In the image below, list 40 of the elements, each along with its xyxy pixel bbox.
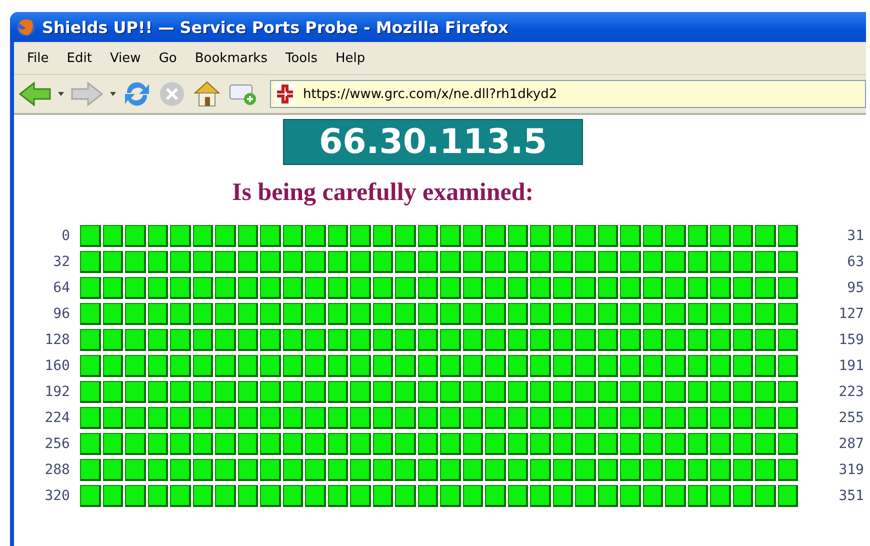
port-number: 351	[838, 488, 864, 504]
port-number: 32	[52, 254, 70, 270]
forward-arrow-icon[interactable]	[70, 81, 104, 107]
address-field[interactable]: https://www.grc.com/x/ne.dll?rh1dkyd2	[270, 80, 866, 108]
port-number: 256	[44, 436, 70, 452]
port-number: 255	[838, 410, 864, 426]
dropdown-caret-icon[interactable]	[110, 92, 116, 96]
port-number: 223	[838, 384, 864, 400]
port-number: 192	[44, 384, 70, 400]
ip-address-banner: 66.30.113.5	[283, 119, 583, 165]
port-number: 320	[44, 488, 70, 504]
menu-item[interactable]: Tools	[276, 48, 327, 68]
port-number: 128	[44, 332, 70, 348]
home-icon[interactable]	[192, 79, 222, 109]
port-number: 31	[846, 228, 864, 244]
port-number: 96	[52, 306, 70, 322]
port-number: 64	[52, 280, 70, 296]
port-number: 63	[846, 254, 864, 270]
port-number: 319	[838, 462, 864, 478]
port-number: 127	[838, 306, 864, 322]
back-arrow-icon[interactable]	[18, 81, 52, 107]
port-number: 159	[838, 332, 864, 348]
port-number: 287	[838, 436, 864, 452]
site-logo-icon	[275, 84, 295, 104]
port-number: 288	[44, 462, 70, 478]
menu-item[interactable]: Go	[150, 48, 186, 68]
port-number: 95	[846, 280, 864, 296]
dropdown-caret-icon[interactable]	[58, 92, 64, 96]
menu-item[interactable]: View	[100, 48, 150, 68]
port-number: 0	[60, 228, 70, 244]
menu-item[interactable]: Bookmarks	[186, 48, 276, 68]
port-number: 160	[44, 358, 70, 374]
menu-item[interactable]: Edit	[58, 48, 101, 68]
menu-item[interactable]: File	[18, 48, 58, 68]
port-number: 224	[44, 410, 70, 426]
window-title: Shields UP!! — Service Ports Probe - Mozilla Firefox	[42, 18, 508, 36]
status-heading: Is being carefully examined:	[232, 179, 534, 207]
port-number: 191	[838, 358, 864, 374]
browser-logo-icon	[16, 17, 36, 37]
menu-item[interactable]: Help	[326, 48, 374, 68]
